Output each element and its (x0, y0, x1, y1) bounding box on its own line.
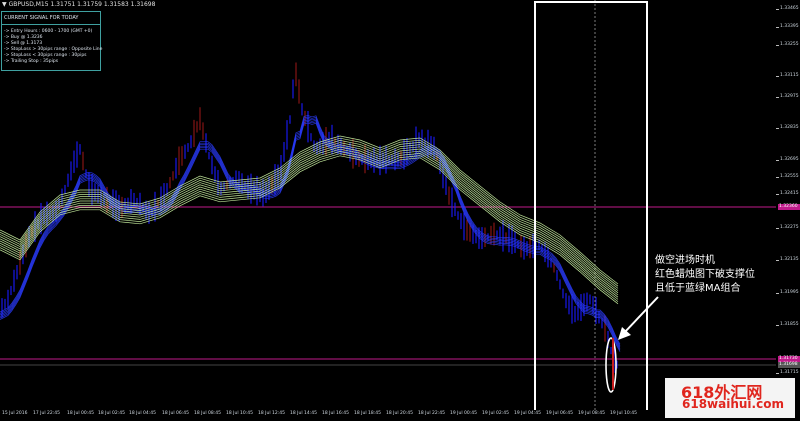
time-axis-label: 19 Jul 06:45 (546, 411, 573, 416)
chart-menu-arrow-icon[interactable]: ▼ (2, 1, 7, 8)
price-axis-label: 1.33255 (780, 42, 799, 47)
blue-ma-line (0, 119, 621, 349)
signal-line-entry-hours: -> Entry Hours : 0600 - 1700 (GMT +0) (4, 29, 93, 34)
signal-line-stoploss-over: -> StopLoss > 30pips range : Opposite Li… (4, 47, 103, 52)
price-axis-label: 1.32275 (780, 225, 799, 230)
time-axis-label: 19 Jul 08:45 (578, 411, 605, 416)
time-axis-label: 15 Jul 2016 (2, 411, 28, 416)
time-axis-label: 19 Jul 04:45 (514, 411, 541, 416)
price-axis-label: 1.31855 (780, 322, 799, 327)
signal-line-buy: -> Buy @ 1.3236 (4, 35, 43, 40)
time-axis-label: 18 Jul 18:45 (354, 411, 381, 416)
price-chart-plot[interactable] (0, 0, 776, 410)
signal-panel-title: CURRENT SIGNAL FOR TODAY (4, 15, 79, 21)
time-axis-label: 19 Jul 00:45 (450, 411, 477, 416)
current-price-box: 1.31698 (778, 362, 800, 368)
time-axis-label: 18 Jul 20:45 (386, 411, 413, 416)
time-axis-label: 18 Jul 10:45 (226, 411, 253, 416)
price-axis-label: 1.32415 (780, 191, 799, 196)
price-axis-label: 1.32975 (780, 94, 799, 99)
annotation-line: 且低于蓝绿MA组合 (655, 283, 741, 294)
price-axis[interactable]: 1.33465 1.33395 1.33255 1.33115 1.32975 … (776, 0, 800, 410)
time-axis[interactable]: 15 Jul 2016 17 Jul 22:45 18 Jul 00:45 18… (0, 410, 776, 421)
time-axis-label: 17 Jul 22:45 (33, 411, 60, 416)
chart-window[interactable]: ▼ GBPUSD,M15 1.31751 1.31759 1.31583 1.31… (0, 0, 800, 421)
buy-level-price-box: 1.32360 (778, 204, 800, 210)
green-ma-ribbon-line (0, 146, 619, 296)
time-axis-label: 18 Jul 14:45 (290, 411, 317, 416)
green-ma-ribbon-line (0, 153, 619, 302)
price-axis-label: 1.33395 (780, 24, 799, 29)
time-axis-label: 19 Jul 02:45 (482, 411, 509, 416)
time-axis-label: 18 Jul 08:45 (194, 411, 221, 416)
time-axis-label: 19 Jul 10:45 (610, 411, 637, 416)
chart-header: ▼ GBPUSD,M15 1.31751 1.31759 1.31583 1.31… (2, 1, 155, 9)
time-axis-label: 18 Jul 06:45 (162, 411, 189, 416)
time-axis-label: 18 Jul 00:45 (67, 411, 94, 416)
blue-ma-line (0, 115, 621, 345)
price-axis-label: 1.32555 (780, 174, 799, 179)
time-axis-label: 18 Jul 22:45 (418, 411, 445, 416)
price-axis-label: 1.32135 (780, 257, 799, 262)
price-axis-label: 1.33465 (780, 6, 799, 11)
price-axis-label: 1.33115 (780, 73, 799, 78)
green-ma-ribbon-line (0, 148, 619, 298)
annotation-line: 红色蜡烛图下破支撑位 (655, 269, 755, 280)
signal-line-trailing-stop: -> Trailing Stop : 35pips (4, 59, 59, 64)
time-axis-label: 18 Jul 16:45 (322, 411, 349, 416)
trade-annotation: 做空进场时机 红色蜡烛图下破支撑位 且低于蓝绿MA组合 (655, 254, 755, 296)
price-axis-label: 1.32835 (780, 125, 799, 130)
watermark-url: 618waihui.com (682, 397, 784, 411)
time-axis-label: 18 Jul 02:45 (98, 411, 125, 416)
signal-panel-divider (2, 24, 100, 25)
time-axis-label: 18 Jul 12:45 (258, 411, 285, 416)
price-axis-label: 1.31715 (780, 370, 799, 375)
symbol-ohlc-readout: GBPUSD,M15 1.31751 1.31759 1.31583 1.316… (8, 1, 156, 8)
time-axis-label: 18 Jul 04:45 (129, 411, 156, 416)
signal-line-sell: -> Sell @ 1.3173 (4, 41, 43, 46)
signal-panel: CURRENT SIGNAL FOR TODAY -> Entry Hours … (1, 11, 103, 71)
annotation-line: 做空进场时机 (655, 255, 715, 266)
price-axis-label: 1.31995 (780, 290, 799, 295)
signal-line-stoploss-under: -> StopLoss < 30pips range : 30pips (4, 53, 87, 58)
annotation-arrow-line (623, 296, 659, 334)
highlight-box (534, 1, 648, 410)
price-axis-label: 1.32695 (780, 157, 799, 162)
